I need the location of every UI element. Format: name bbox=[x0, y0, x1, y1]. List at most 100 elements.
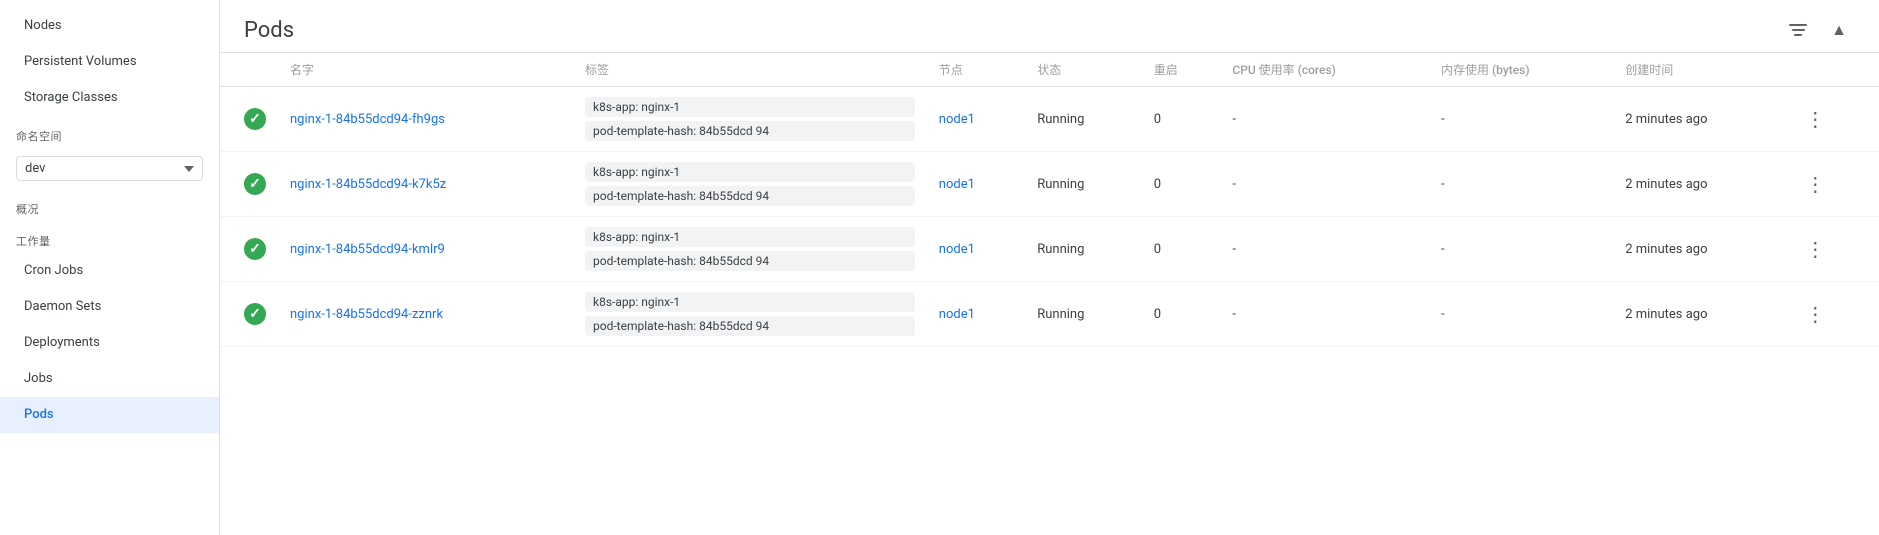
pod-node-cell: node1 bbox=[927, 152, 1025, 217]
pods-table-container: 名字 标签 节点 状态 重启 CPU 使用率 (cores) 内存使用 (byt… bbox=[220, 53, 1879, 535]
col-restarts: 重启 bbox=[1142, 53, 1221, 87]
col-node: 节点 bbox=[927, 53, 1025, 87]
header-actions: ▲ bbox=[1781, 16, 1855, 44]
col-name: 名字 bbox=[278, 53, 573, 87]
more-menu-button[interactable]: ⋮ bbox=[1799, 168, 1831, 200]
pod-created-cell: 2 minutes ago bbox=[1613, 152, 1787, 217]
pod-name-cell: nginx-1-84b55dcd94-k7k5z bbox=[278, 152, 573, 217]
pod-status-text-cell: Running bbox=[1025, 282, 1142, 347]
table-row: ✓ nginx-1-84b55dcd94-fh9gs k8s-app: nginx-… bbox=[220, 87, 1879, 152]
more-menu-button[interactable]: ⋮ bbox=[1799, 103, 1831, 135]
pod-status-cell: ✓ bbox=[220, 282, 278, 347]
table-row: ✓ nginx-1-84b55dcd94-k7k5z k8s-app: nginx-… bbox=[220, 152, 1879, 217]
status-ok-icon: ✓ bbox=[244, 173, 266, 195]
pod-cpu-cell: - bbox=[1220, 217, 1429, 282]
col-cpu: CPU 使用率 (cores) bbox=[1220, 53, 1429, 87]
tag-chip: pod-template-hash: 84b55dcd 94 bbox=[585, 121, 915, 141]
pod-memory-cell: - bbox=[1429, 282, 1613, 347]
col-tags: 标签 bbox=[573, 53, 927, 87]
sidebar-item-jobs[interactable]: Jobs bbox=[0, 361, 219, 397]
pod-status-text-cell: Running bbox=[1025, 87, 1142, 152]
pod-status-text-cell: Running bbox=[1025, 217, 1142, 282]
pod-actions-cell: ⋮ bbox=[1787, 217, 1879, 282]
pod-cpu-cell: - bbox=[1220, 282, 1429, 347]
status-ok-icon: ✓ bbox=[244, 108, 266, 130]
namespace-value: dev bbox=[25, 161, 180, 176]
workload-section-label: 工作量 bbox=[0, 221, 219, 253]
status-ok-icon: ✓ bbox=[244, 238, 266, 260]
node-link[interactable]: node1 bbox=[939, 112, 975, 127]
main-content: Pods ▲ 名字 标签 节点 状态 重启 CPU bbox=[220, 0, 1879, 535]
tag-chip: k8s-app: nginx-1 bbox=[585, 97, 915, 117]
main-header: Pods ▲ bbox=[220, 0, 1879, 53]
tag-chip: pod-template-hash: 84b55dcd 94 bbox=[585, 186, 915, 206]
pod-name-link[interactable]: nginx-1-84b55dcd94-fh9gs bbox=[290, 112, 445, 127]
table-header-row: 名字 标签 节点 状态 重启 CPU 使用率 (cores) 内存使用 (byt… bbox=[220, 53, 1879, 87]
sidebar-item-daemon-sets[interactable]: Daemon Sets bbox=[0, 289, 219, 325]
pod-memory-cell: - bbox=[1429, 152, 1613, 217]
pod-tags-cell: k8s-app: nginx-1 pod-template-hash: 84b55… bbox=[573, 282, 927, 347]
more-menu-button[interactable]: ⋮ bbox=[1799, 233, 1831, 265]
namespace-section-label: 命名空间 bbox=[0, 116, 219, 148]
node-link[interactable]: node1 bbox=[939, 307, 975, 322]
table-row: ✓ nginx-1-84b55dcd94-zznrk k8s-app: nginx-… bbox=[220, 282, 1879, 347]
pod-name-link[interactable]: nginx-1-84b55dcd94-zznrk bbox=[290, 307, 443, 322]
pod-name-link[interactable]: nginx-1-84b55dcd94-kmlr9 bbox=[290, 242, 445, 257]
pod-tags-cell: k8s-app: nginx-1 pod-template-hash: 84b55… bbox=[573, 217, 927, 282]
pod-name-cell: nginx-1-84b55dcd94-fh9gs bbox=[278, 87, 573, 152]
tag-chip: pod-template-hash: 84b55dcd 94 bbox=[585, 316, 915, 336]
pod-cpu-cell: - bbox=[1220, 87, 1429, 152]
sidebar-item-cron-jobs[interactable]: Cron Jobs bbox=[0, 253, 219, 289]
col-memory: 内存使用 (bytes) bbox=[1429, 53, 1613, 87]
pod-name-cell: nginx-1-84b55dcd94-zznrk bbox=[278, 282, 573, 347]
pod-status-text-cell: Running bbox=[1025, 152, 1142, 217]
namespace-dropdown[interactable]: dev bbox=[16, 156, 203, 181]
pod-node-cell: node1 bbox=[927, 217, 1025, 282]
pod-tags-cell: k8s-app: nginx-1 pod-template-hash: 84b55… bbox=[573, 152, 927, 217]
pod-restarts-cell: 0 bbox=[1142, 152, 1221, 217]
page-title: Pods bbox=[244, 18, 294, 43]
tag-chip: k8s-app: nginx-1 bbox=[585, 292, 915, 312]
pod-restarts-cell: 0 bbox=[1142, 87, 1221, 152]
pod-restarts-cell: 0 bbox=[1142, 282, 1221, 347]
sidebar-item-nodes[interactable]: Nodes bbox=[0, 8, 219, 44]
pod-restarts-cell: 0 bbox=[1142, 217, 1221, 282]
pod-tags-cell: k8s-app: nginx-1 pod-template-hash: 84b55… bbox=[573, 87, 927, 152]
status-ok-icon: ✓ bbox=[244, 303, 266, 325]
chevron-down-icon bbox=[184, 166, 194, 172]
pod-node-cell: node1 bbox=[927, 282, 1025, 347]
pod-actions-cell: ⋮ bbox=[1787, 152, 1879, 217]
col-created: 创建时间 bbox=[1613, 53, 1787, 87]
sidebar-item-storage-classes[interactable]: Storage Classes bbox=[0, 80, 219, 116]
sidebar-item-persistent-volumes[interactable]: Persistent Volumes bbox=[0, 44, 219, 80]
pod-cpu-cell: - bbox=[1220, 152, 1429, 217]
pod-name-link[interactable]: nginx-1-84b55dcd94-k7k5z bbox=[290, 177, 446, 192]
pod-name-cell: nginx-1-84b55dcd94-kmlr9 bbox=[278, 217, 573, 282]
pod-created-cell: 2 minutes ago bbox=[1613, 282, 1787, 347]
node-link[interactable]: node1 bbox=[939, 242, 975, 257]
pod-status-cell: ✓ bbox=[220, 152, 278, 217]
pod-memory-cell: - bbox=[1429, 217, 1613, 282]
pod-status-cell: ✓ bbox=[220, 87, 278, 152]
sidebar-item-pods[interactable]: Pods bbox=[0, 397, 219, 433]
pod-created-cell: 2 minutes ago bbox=[1613, 87, 1787, 152]
col-actions bbox=[1787, 53, 1879, 87]
collapse-button[interactable]: ▲ bbox=[1823, 16, 1855, 44]
sidebar-item-deployments[interactable]: Deployments bbox=[0, 325, 219, 361]
filter-icon bbox=[1789, 24, 1807, 36]
overview-section-label: 概况 bbox=[0, 189, 219, 221]
node-link[interactable]: node1 bbox=[939, 177, 975, 192]
tag-chip: pod-template-hash: 84b55dcd 94 bbox=[585, 251, 915, 271]
pod-actions-cell: ⋮ bbox=[1787, 282, 1879, 347]
col-status: 状态 bbox=[1025, 53, 1142, 87]
sidebar: Nodes Persistent Volumes Storage Classes… bbox=[0, 0, 220, 535]
tag-chip: k8s-app: nginx-1 bbox=[585, 227, 915, 247]
tag-chip: k8s-app: nginx-1 bbox=[585, 162, 915, 182]
more-menu-button[interactable]: ⋮ bbox=[1799, 298, 1831, 330]
pod-status-cell: ✓ bbox=[220, 217, 278, 282]
pods-table: 名字 标签 节点 状态 重启 CPU 使用率 (cores) 内存使用 (byt… bbox=[220, 53, 1879, 347]
pod-actions-cell: ⋮ bbox=[1787, 87, 1879, 152]
namespace-selector[interactable]: dev bbox=[0, 148, 219, 189]
chevron-up-icon: ▲ bbox=[1831, 20, 1847, 40]
filter-button[interactable] bbox=[1781, 20, 1815, 40]
